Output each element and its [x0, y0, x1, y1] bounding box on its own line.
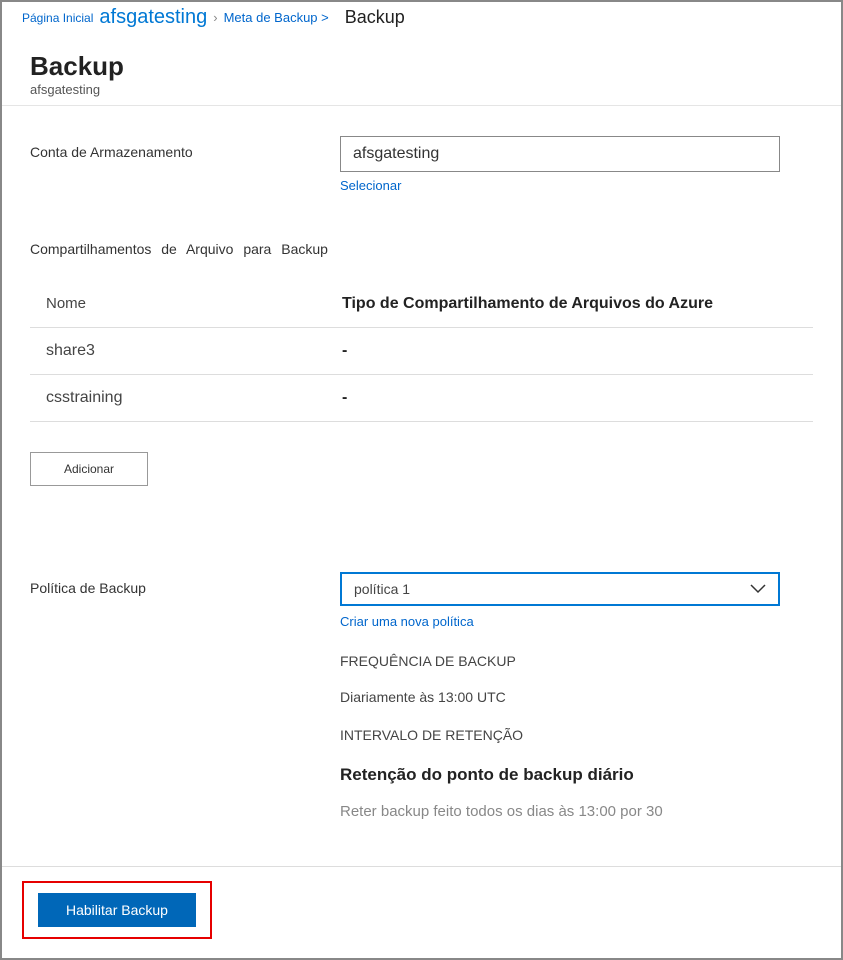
table-row[interactable]: share3 - — [30, 327, 813, 374]
table-header: Nome Tipo de Compartilhamento de Arquivo… — [30, 285, 813, 327]
table-row[interactable]: csstraining - — [30, 374, 813, 422]
retention-label: INTERVALO DE RETENÇÃO — [340, 727, 813, 743]
add-button[interactable]: Adicionar — [30, 452, 148, 486]
breadcrumb-meta[interactable]: Meta de Backup > — [224, 10, 329, 25]
policy-select[interactable]: política 1 — [340, 572, 780, 606]
breadcrumb-current: Backup — [345, 7, 405, 28]
policy-selected-value: política 1 — [354, 581, 410, 597]
chevron-down-icon — [750, 584, 766, 594]
row-type: - — [342, 389, 813, 407]
retention-title: Retenção do ponto de backup diário — [340, 765, 813, 785]
chevron-right-icon: › — [213, 10, 217, 25]
backup-policy-row: Política de Backup política 1 — [30, 572, 813, 606]
storage-account-row: Conta de Armazenamento Selecionar — [30, 136, 813, 193]
shares-section-title: Compartilhamentos de Arquivo para Backup — [30, 241, 813, 257]
highlight-annotation: Habilitar Backup — [22, 881, 212, 939]
storage-account-label: Conta de Armazenamento — [30, 136, 340, 160]
page-subtitle: afsgatesting — [30, 82, 813, 97]
footer-bar: Habilitar Backup — [2, 866, 841, 958]
frequency-label: FREQUÊNCIA DE BACKUP — [340, 653, 813, 669]
backup-policy-label: Política de Backup — [30, 572, 340, 596]
breadcrumb-home[interactable]: Página Inicial — [22, 11, 93, 25]
policy-details: Criar uma nova política FREQUÊNCIA DE BA… — [340, 614, 813, 820]
page-header: Backup afsgatesting — [2, 35, 841, 106]
row-type: - — [342, 342, 813, 360]
create-policy-link[interactable]: Criar uma nova política — [340, 614, 813, 629]
row-name: share3 — [46, 342, 342, 360]
select-storage-link[interactable]: Selecionar — [340, 178, 813, 193]
page-title: Backup — [30, 51, 813, 82]
column-header-type: Tipo de Compartilhamento de Arquivos do … — [342, 295, 813, 313]
breadcrumb-resource[interactable]: afsgatesting — [99, 6, 207, 29]
frequency-value: Diariamente às 13:00 UTC — [340, 689, 813, 705]
content-area: Conta de Armazenamento Selecionar Compar… — [2, 106, 841, 820]
enable-backup-button[interactable]: Habilitar Backup — [38, 893, 196, 927]
breadcrumb: Página Inicial afsgatesting › Meta de Ba… — [2, 2, 841, 35]
shares-table: Nome Tipo de Compartilhamento de Arquivo… — [30, 285, 813, 422]
storage-account-input[interactable] — [340, 136, 780, 172]
column-header-name: Nome — [46, 295, 342, 313]
row-name: csstraining — [46, 389, 342, 407]
retention-description: Reter backup feito todos os dias às 13:0… — [340, 803, 813, 820]
